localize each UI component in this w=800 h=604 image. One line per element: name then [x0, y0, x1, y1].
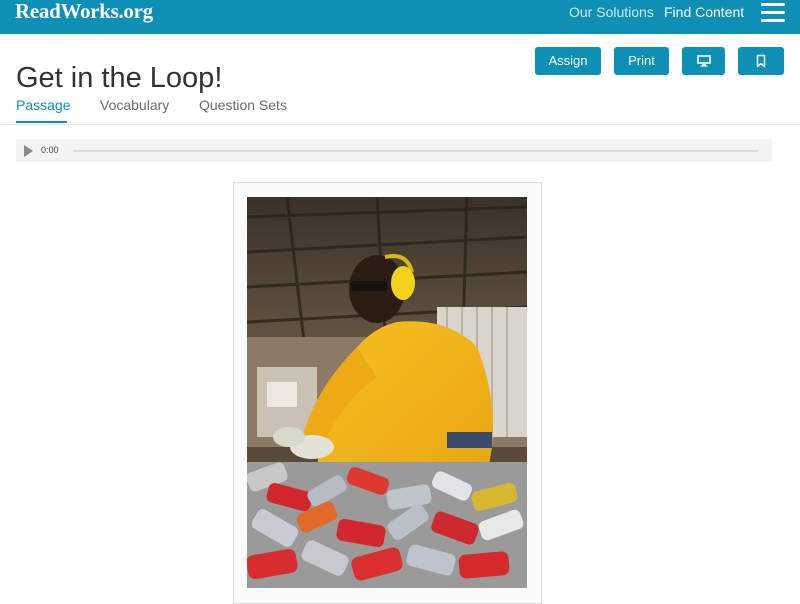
hamburger-icon[interactable]: [761, 3, 785, 23]
tab-question-sets[interactable]: Question Sets: [199, 97, 287, 113]
audio-progress-track[interactable]: [73, 150, 758, 152]
top-nav-bar: ReadWorks.org Our Solutions Find Content: [0, 0, 800, 34]
tabs-divider: [0, 124, 800, 125]
assign-button[interactable]: Assign: [535, 47, 601, 75]
audio-player: 0:00: [16, 139, 772, 162]
bookmark-icon: [756, 54, 766, 68]
print-button[interactable]: Print: [614, 47, 669, 75]
nav-find-content[interactable]: Find Content: [664, 4, 744, 20]
tab-passage[interactable]: Passage: [16, 97, 70, 113]
monitor-icon: [696, 55, 711, 67]
present-button[interactable]: [682, 47, 725, 75]
audio-time: 0:00: [41, 145, 59, 155]
bookmark-button[interactable]: [738, 47, 784, 75]
passage-photo: [247, 197, 527, 588]
active-tab-indicator: [16, 121, 67, 123]
tab-vocabulary[interactable]: Vocabulary: [100, 97, 169, 113]
play-icon[interactable]: [24, 145, 33, 157]
nav-our-solutions[interactable]: Our Solutions: [569, 4, 654, 20]
readworks-logo[interactable]: ReadWorks.org: [15, 0, 153, 22]
page-title: Get in the Loop!: [16, 62, 223, 95]
